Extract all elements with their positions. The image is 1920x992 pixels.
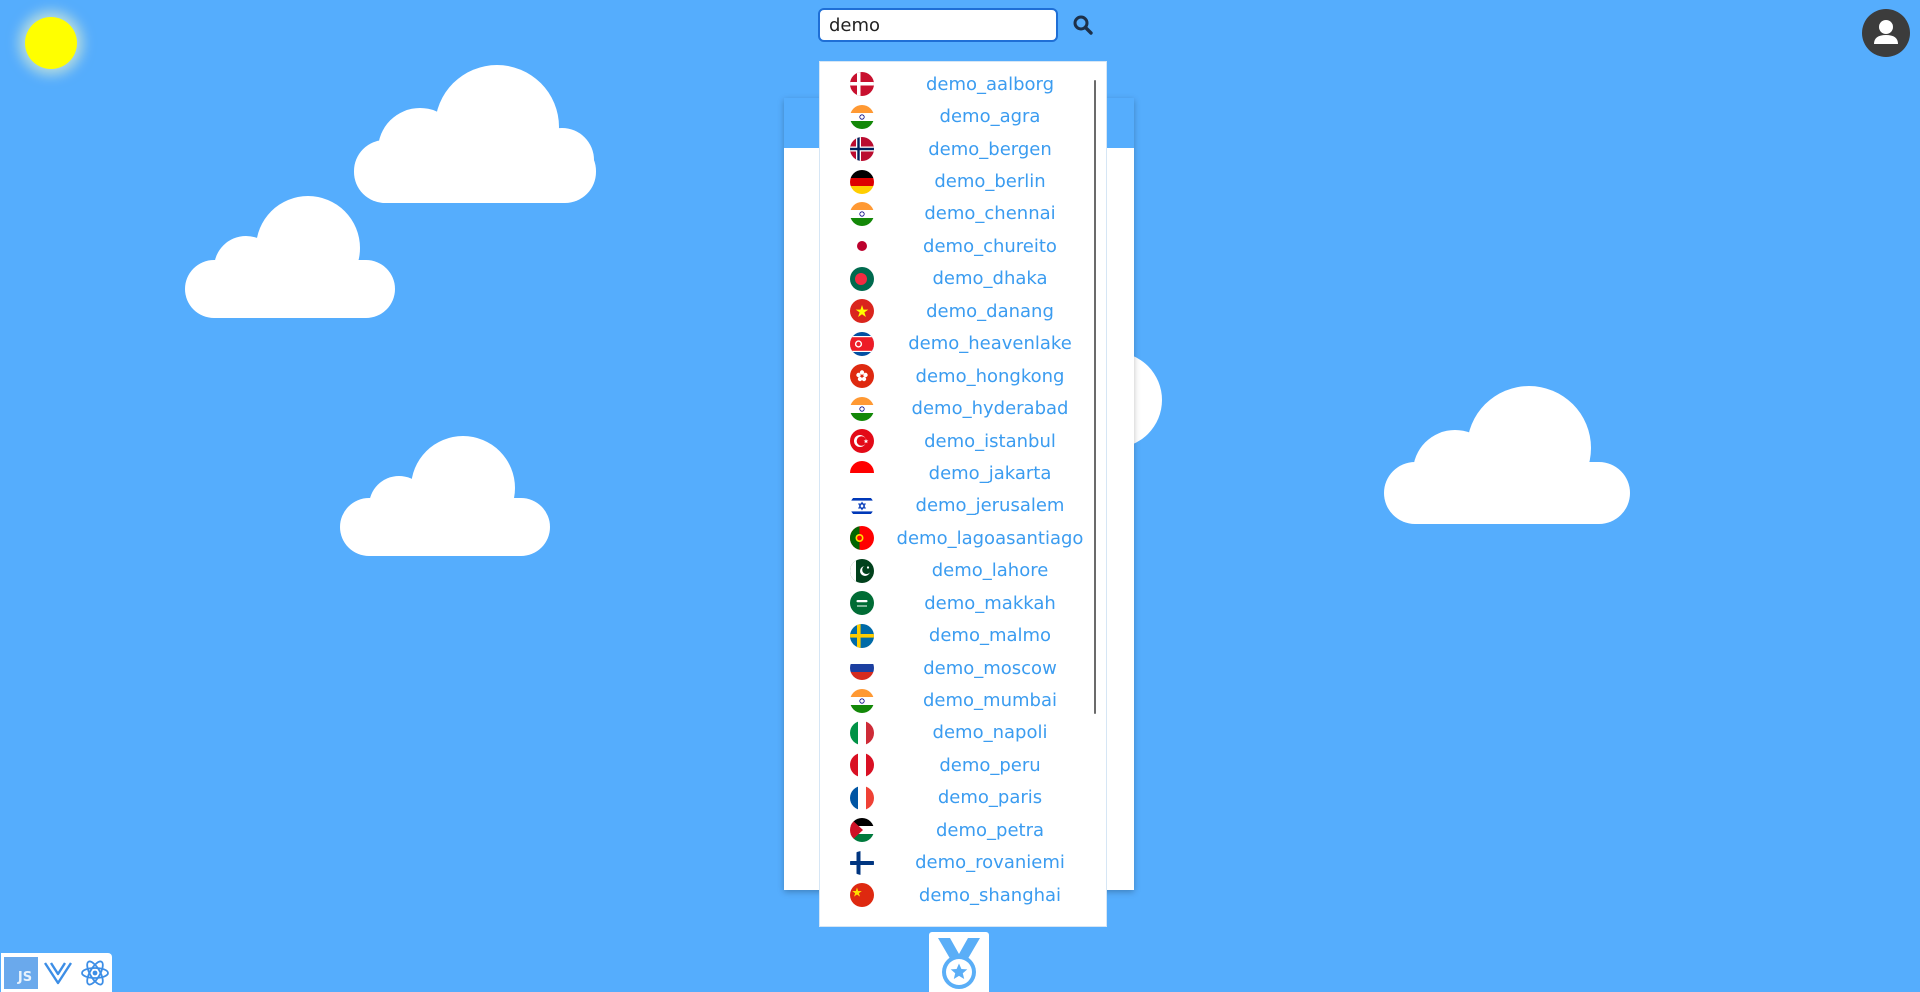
suggestion-item[interactable]: demo_shanghai	[820, 879, 1106, 911]
flag-denmark-icon	[850, 72, 874, 97]
suggestion-item[interactable]: demo_peru	[820, 749, 1106, 781]
flag-japan-icon	[850, 234, 874, 259]
flag-finland-icon	[850, 850, 874, 875]
suggestion-label: demo_istanbul	[924, 430, 1056, 452]
suggestion-item[interactable]: demo_istanbul	[820, 425, 1106, 457]
flag-jordan-icon	[850, 818, 874, 843]
cloud	[352, 55, 598, 205]
flag-india-icon	[850, 201, 874, 226]
suggestion-label: demo_agra	[939, 106, 1041, 128]
medal-button[interactable]	[929, 932, 989, 992]
suggestion-label: demo_bergen	[928, 138, 1052, 160]
cloud	[1383, 376, 1631, 526]
suggestion-item[interactable]: demo_napoli	[820, 717, 1106, 749]
suggestion-label: demo_moscow	[923, 657, 1057, 679]
framework-switcher: JS	[1, 953, 112, 992]
suggestion-label: demo_mumbai	[923, 690, 1057, 712]
suggestion-label: demo_malmo	[928, 625, 1052, 647]
suggestion-item[interactable]: demo_hongkong	[820, 360, 1106, 392]
search-suggestions-dropdown: demo_aalborg demo_agra demo_bergen demo_ber…	[819, 61, 1107, 927]
suggestion-item[interactable]: demo_heavenlake	[820, 328, 1106, 360]
suggestion-label: demo_dhaka	[932, 268, 1048, 290]
suggestion-label: demo_lahore	[931, 560, 1049, 582]
js-icon: JS	[17, 970, 33, 985]
dropdown-scrollbar[interactable]	[1094, 80, 1096, 714]
suggestion-label: demo_paris	[937, 787, 1043, 809]
flag-north-korea-icon	[850, 331, 874, 356]
user-icon[interactable]	[1862, 9, 1910, 57]
suggestion-item[interactable]: demo_paris	[820, 782, 1106, 814]
flag-vietnam-icon	[850, 299, 874, 324]
cloud	[339, 430, 551, 558]
js-framework-button[interactable]: JS	[4, 956, 38, 989]
suggestion-item[interactable]: demo_malmo	[820, 619, 1106, 651]
flag-hong-kong-icon	[850, 364, 874, 389]
suggestion-item[interactable]: demo_moscow	[820, 652, 1106, 684]
flag-italy-icon	[850, 720, 874, 745]
flag-germany-icon	[850, 169, 874, 194]
flag-india-icon	[850, 688, 874, 713]
sun-icon	[25, 17, 77, 69]
suggestion-label: demo_jerusalem	[915, 495, 1065, 517]
flag-indonesia-icon	[850, 461, 874, 486]
suggestion-item[interactable]: demo_chureito	[820, 230, 1106, 262]
suggestion-label: demo_jakarta	[928, 462, 1052, 484]
suggestion-item[interactable]: demo_chennai	[820, 198, 1106, 230]
suggestion-item[interactable]: demo_dhaka	[820, 263, 1106, 295]
flag-india-icon	[850, 104, 874, 129]
react-icon	[81, 960, 109, 985]
suggestion-item[interactable]: demo_aalborg	[820, 68, 1106, 100]
flag-peru-icon	[850, 753, 874, 778]
suggestion-item[interactable]: demo_jakarta	[820, 457, 1106, 489]
flag-portugal-icon	[850, 526, 874, 551]
suggestion-item[interactable]: demo_berlin	[820, 165, 1106, 197]
suggestion-item[interactable]: demo_bergen	[820, 133, 1106, 165]
suggestion-item[interactable]: demo_mumbai	[820, 684, 1106, 716]
vue-framework-button[interactable]	[41, 957, 75, 989]
search-icon[interactable]	[1071, 13, 1095, 37]
search-input[interactable]	[818, 8, 1058, 42]
suggestion-item[interactable]: demo_hyderabad	[820, 392, 1106, 424]
flag-turkey-icon	[850, 429, 874, 454]
cloud	[184, 190, 396, 320]
suggestion-label: demo_berlin	[934, 171, 1046, 193]
suggestion-label: demo_rovaniemi	[915, 852, 1065, 874]
suggestion-label: demo_shanghai	[918, 884, 1062, 906]
flag-russia-icon	[850, 656, 874, 681]
suggestion-item[interactable]: demo_rovaniemi	[820, 847, 1106, 879]
flag-china-icon	[850, 883, 874, 908]
suggestion-label: demo_peru	[939, 754, 1041, 776]
suggestion-item[interactable]: demo_makkah	[820, 587, 1106, 619]
suggestion-label: demo_chennai	[924, 203, 1056, 225]
suggestion-label: demo_chureito	[923, 235, 1057, 257]
weather-app: demo_aalborg demo_agra demo_bergen demo_ber…	[0, 0, 1920, 992]
suggestion-label: demo_hyderabad	[911, 398, 1069, 420]
medal-icon	[938, 938, 980, 989]
flag-norway-icon	[850, 137, 874, 162]
suggestion-item[interactable]: demo_lahore	[820, 555, 1106, 587]
suggestion-label: demo_petra	[935, 819, 1045, 841]
flag-israel-icon	[850, 493, 874, 518]
flag-india-icon	[850, 396, 874, 421]
react-framework-button[interactable]	[78, 957, 112, 989]
flag-saudi-arabia-icon	[850, 591, 874, 616]
flag-france-icon	[850, 785, 874, 810]
suggestion-item[interactable]: demo_lagoasantiago	[820, 522, 1106, 554]
suggestion-label: demo_makkah	[924, 592, 1056, 614]
suggestion-label: demo_danang	[926, 300, 1054, 322]
flag-bangladesh-icon	[850, 266, 874, 291]
suggestion-item[interactable]: demo_agra	[820, 100, 1106, 132]
suggestion-label: demo_napoli	[932, 722, 1048, 744]
suggestion-item[interactable]: demo_petra	[820, 814, 1106, 846]
suggestion-item[interactable]: demo_danang	[820, 295, 1106, 327]
flag-pakistan-icon	[850, 558, 874, 583]
suggestion-label: demo_aalborg	[925, 73, 1055, 95]
suggestion-label: demo_hongkong	[915, 365, 1065, 387]
suggestion-label: demo_lagoasantiago	[896, 527, 1084, 549]
suggestion-list: demo_aalborg demo_agra demo_bergen demo_ber…	[820, 62, 1106, 911]
flag-sweden-icon	[850, 623, 874, 648]
suggestion-item[interactable]: demo_jerusalem	[820, 490, 1106, 522]
vue-icon	[44, 961, 72, 984]
suggestion-label: demo_heavenlake	[908, 333, 1072, 355]
